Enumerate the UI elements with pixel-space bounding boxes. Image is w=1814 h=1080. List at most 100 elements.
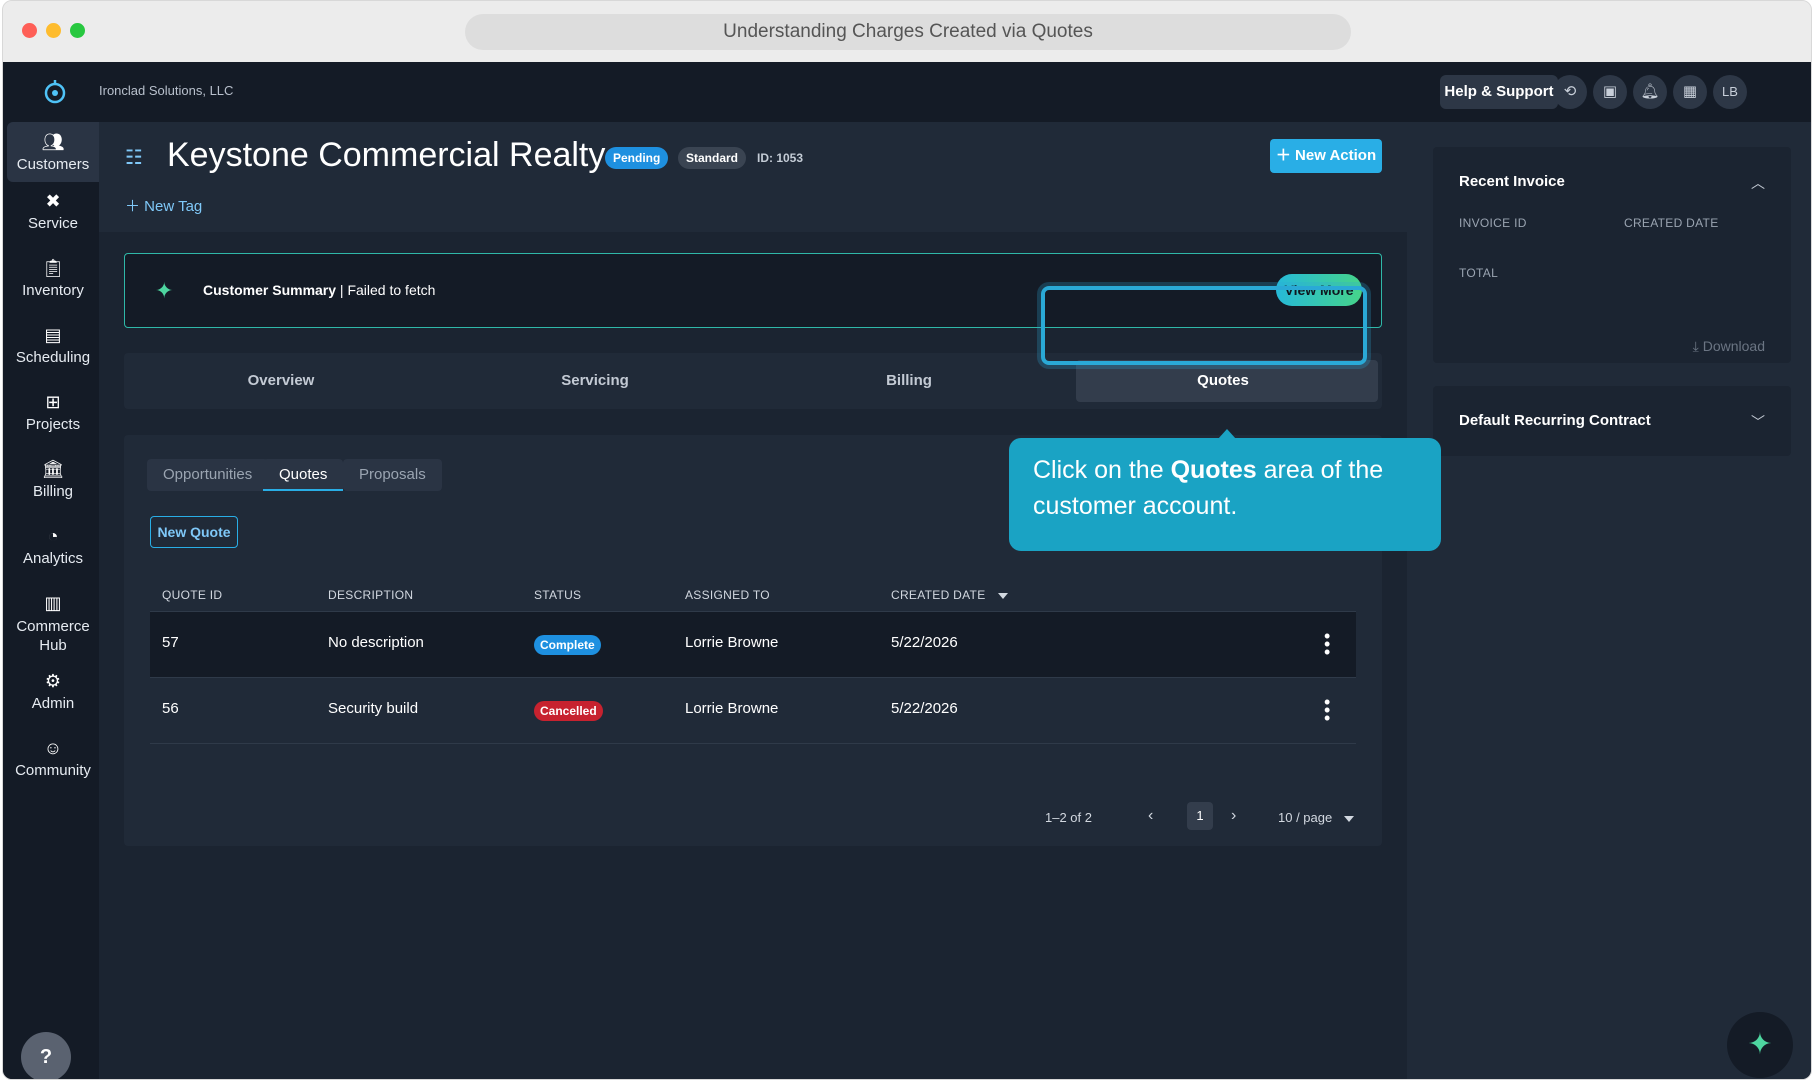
page-size-select[interactable]: 10 / page — [1278, 810, 1355, 825]
right-panel: Recent Invoice ︿ INVOICE ID CREATED DATE… — [1407, 122, 1811, 1079]
app-root: Ironclad Solutions, LLC Help & Support ⟲… — [3, 62, 1811, 1079]
page-title-bar[interactable]: Understanding Charges Created via Quotes — [465, 14, 1351, 50]
new-quote-button[interactable]: New Quote — [150, 516, 238, 548]
status-badge: Cancelled — [534, 701, 603, 721]
company-name: Ironclad Solutions, LLC — [99, 83, 234, 98]
assigned-to: Lorrie Browne — [685, 634, 779, 651]
download-label: Download — [1702, 338, 1765, 354]
tab-billing[interactable]: Billing — [752, 353, 1066, 409]
top-bar: Ironclad Solutions, LLC Help & Support ⟲… — [3, 62, 1811, 122]
sidebar-item-service[interactable]: ✖ Service — [7, 189, 99, 232]
customer-header: ☷ Keystone Commercial Realty Pending Sta… — [99, 122, 1407, 232]
sidebar-item-label: Projects — [25, 416, 81, 433]
sidebar-item-scheduling[interactable]: ▤ Scheduling — [7, 323, 99, 366]
quote-id: 56 — [162, 700, 179, 717]
more-options-icon[interactable]: • • • — [1324, 693, 1330, 727]
camera-icon[interactable]: ▣ — [1593, 75, 1627, 109]
minimize-window-button[interactable] — [46, 23, 61, 38]
download-button[interactable]: ⤓ Download — [1693, 338, 1765, 355]
dashboard-icon[interactable]: ▦ — [1673, 75, 1707, 109]
page-number[interactable]: 1 — [1187, 802, 1213, 830]
created-date-label: CREATED DATE — [1624, 216, 1719, 230]
close-window-button[interactable] — [22, 23, 37, 38]
chevron-up-icon[interactable]: ︿ — [1751, 173, 1765, 193]
pagination-range: 1–2 of 2 — [1045, 810, 1092, 825]
maximize-window-button[interactable] — [70, 23, 85, 38]
history-icon[interactable]: ⟲ — [1553, 75, 1587, 109]
sidebar-item-commerce-hub[interactable]: ▥ Commerce Hub — [7, 591, 99, 655]
recent-invoice-card: Recent Invoice ︿ INVOICE ID CREATED DATE… — [1433, 147, 1791, 363]
help-button[interactable]: ? — [21, 1032, 71, 1079]
sidebar-item-community[interactable]: ☺ Community — [7, 736, 99, 779]
sidebar: 👥︎ Customers ✖ Service 📋︎ Inventory ▤ Sc… — [3, 122, 99, 1079]
admin-icon: ⚙ — [44, 671, 62, 691]
pie-chart-icon: ◔ — [47, 526, 59, 546]
download-icon: ⤓ — [1692, 338, 1703, 354]
sidebar-item-label: Service — [27, 215, 79, 232]
inventory-icon: 📋︎ — [41, 258, 65, 278]
sidebar-item-admin[interactable]: ⚙ Admin — [7, 669, 99, 712]
quote-id: 57 — [162, 634, 179, 651]
sidebar-item-label: Scheduling — [15, 349, 91, 366]
new-tag-button[interactable]: ＋ New Tag — [125, 195, 202, 216]
tooltip-text-before: Click on the — [1033, 456, 1171, 484]
default-recurring-contract-card[interactable]: Default Recurring Contract ﹀ — [1433, 386, 1791, 456]
new-tag-label: New Tag — [144, 198, 203, 215]
service-icon: ✖ — [45, 191, 61, 211]
status-badge: Complete — [534, 635, 601, 655]
table-bottom-border — [150, 743, 1356, 744]
sidebar-item-label: Billing — [32, 483, 74, 500]
main-content: ☷ Keystone Commercial Realty Pending Sta… — [99, 122, 1407, 1079]
contract-title: Default Recurring Contract — [1459, 412, 1651, 429]
total-label: TOTAL — [1459, 266, 1499, 280]
next-page-icon[interactable]: › — [1231, 807, 1236, 825]
sidebar-item-label: Admin — [31, 695, 75, 712]
quotes-tab-highlight — [1041, 286, 1367, 365]
subtab-quotes[interactable]: Quotes — [263, 459, 344, 491]
column-header-created-date[interactable]: CREATED DATE — [891, 588, 1008, 602]
column-header-description[interactable]: DESCRIPTION — [328, 588, 413, 602]
avatar[interactable]: LB — [1713, 75, 1747, 109]
summary-message: | Failed to fetch — [336, 282, 436, 298]
column-header-quote-id[interactable]: QUOTE ID — [162, 588, 222, 602]
plus-icon: ＋ — [125, 198, 145, 215]
sidebar-item-label: Commerce Hub — [16, 618, 90, 654]
sidebar-item-projects[interactable]: ⊞ Projects — [7, 390, 99, 433]
table-row[interactable]: 57 No description Complete Lorrie Browne… — [150, 611, 1356, 677]
projects-icon: ⊞ — [45, 392, 61, 412]
column-header-label: CREATED DATE — [891, 588, 986, 602]
sidebar-item-customers[interactable]: 👥︎ Customers — [7, 122, 99, 182]
sidebar-item-billing[interactable]: 🏛︎ Billing — [7, 457, 99, 500]
community-icon: ☺ — [43, 738, 63, 758]
tab-overview[interactable]: Overview — [124, 353, 438, 409]
sort-desc-icon — [997, 592, 1008, 599]
recent-invoice-title: Recent Invoice — [1459, 173, 1565, 190]
more-options-icon[interactable]: • • • — [1324, 627, 1330, 661]
subtab-proposals[interactable]: Proposals — [343, 459, 442, 491]
sidebar-item-label: Community — [15, 762, 91, 779]
subtab-opportunities[interactable]: Opportunities — [147, 459, 269, 491]
sidebar-item-analytics[interactable]: ◔ Analytics — [7, 524, 99, 567]
help-support-button[interactable]: Help & Support — [1440, 75, 1558, 109]
chevron-down-icon[interactable]: ﹀ — [1751, 412, 1765, 432]
app-logo-icon[interactable] — [41, 78, 69, 106]
sidebar-item-inventory[interactable]: 📋︎ Inventory — [7, 256, 99, 299]
store-icon: ▥ — [44, 593, 62, 613]
sidebar-item-label: Analytics — [22, 550, 84, 567]
ai-sparkle-icon: ✦ — [155, 278, 174, 303]
tab-servicing[interactable]: Servicing — [438, 353, 752, 409]
bell-icon[interactable]: 🔔︎ — [1633, 75, 1667, 109]
invoice-id-label: INVOICE ID — [1459, 216, 1527, 230]
table-row[interactable]: 56 Security build Cancelled Lorrie Brown… — [150, 677, 1356, 743]
column-header-status[interactable]: STATUS — [534, 588, 581, 602]
new-action-button[interactable]: ＋ New Action — [1270, 139, 1382, 173]
prev-page-icon[interactable]: ‹ — [1148, 807, 1153, 825]
ai-assistant-button[interactable]: ✦ — [1727, 1012, 1793, 1078]
type-badge: Standard — [678, 147, 747, 169]
tooltip-text-bold: Quotes — [1170, 456, 1257, 484]
page-title: Keystone Commercial Realty — [167, 136, 606, 174]
summary-text: Customer Summary | Failed to fetch — [203, 282, 435, 298]
bank-icon: 🏛︎ — [41, 459, 65, 479]
column-header-assigned-to[interactable]: ASSIGNED TO — [685, 588, 770, 602]
status-badge: Pending — [605, 147, 669, 169]
